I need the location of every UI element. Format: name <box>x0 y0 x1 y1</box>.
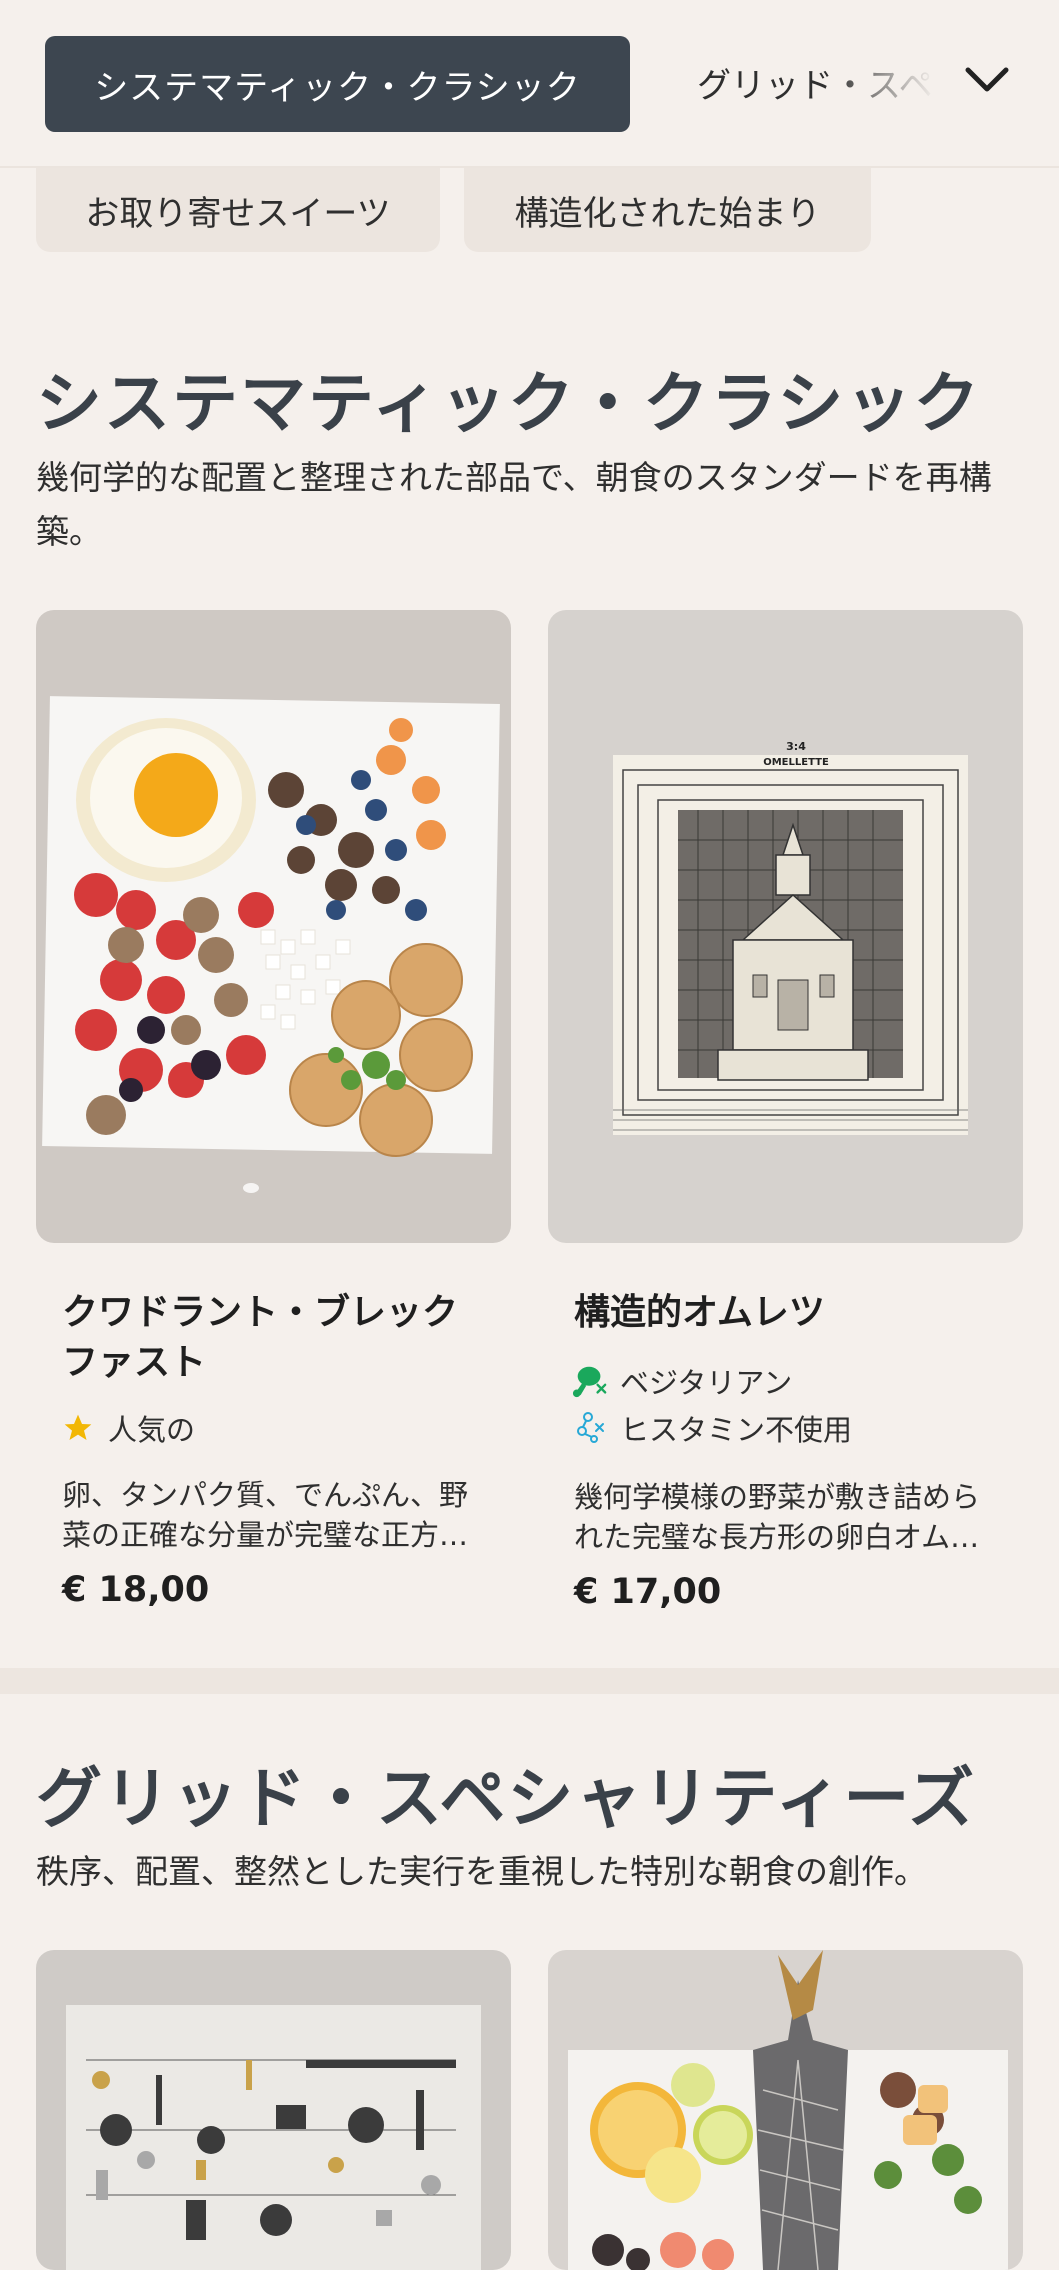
category-nav-bar: システマティック・クラシック グリッド・スペシャリティーズ <box>0 0 1059 168</box>
omelette-ratio-text: 3:4 <box>786 740 806 753</box>
menu-item-card[interactable]: クワドラント・ブレックファスト 人気の 卵、タンパク質、でんぷん、野菜の正確な分… <box>36 610 511 1630</box>
section-description: 幾何学的な配置と整理された部品で、朝食のスタンダードを再構築。 <box>36 458 992 551</box>
item-description: 卵、タンパク質、でんぷん、野菜の正確な分量が完璧な正方… <box>62 1478 469 1552</box>
histamine-molecule-icon <box>572 1410 608 1446</box>
item-description: 幾何学模様の野菜が敷き詰められた完璧な長方形の卵白オム… <box>574 1480 981 1554</box>
subcategory-chips: お取り寄せスイーツ 構造化された始まり <box>0 168 1059 252</box>
item-price: € 18,00 <box>62 1570 210 1610</box>
section-title: グリッド・スペシャリティーズ <box>36 1760 977 1837</box>
item-tag-histamine-free: ヒスタミン不使用 <box>572 1407 852 1449</box>
tag-label: 人気の <box>108 1413 196 1447</box>
item-name: クワドラント・ブレックファスト <box>62 1292 459 1383</box>
menu-item-card[interactable]: 3:4 OMELLETTE 構造的オムレツ ベジタリアン ヒスタミン不使用 幾何… <box>548 610 1023 1630</box>
dish-photo-structural-omelette: 3:4 OMELLETTE <box>548 610 1023 1243</box>
category-tab-active[interactable]: システマティック・クラシック <box>45 36 630 132</box>
vegetarian-drumstick-icon <box>572 1363 608 1399</box>
omelette-label-text: OMELLETTE <box>763 757 829 768</box>
item-tag-popular: 人気の <box>60 1407 195 1449</box>
chevron-down-icon[interactable] <box>962 60 1012 100</box>
star-icon <box>60 1410 96 1446</box>
section-divider <box>0 1668 1059 1694</box>
dish-photo-quadrant-breakfast <box>36 610 511 1243</box>
chip-structured-start[interactable]: 構造化された始まり <box>464 168 871 252</box>
section-title: システマティック・クラシック <box>36 365 982 442</box>
section-description: 秩序、配置、整然とした実行を重視した特別な朝食の創作。 <box>36 1852 927 1891</box>
menu-item-card[interactable] <box>36 1950 511 2270</box>
dish-photo-grid-specialty-2 <box>548 1950 1023 2270</box>
dish-photo-grid-specialty-1 <box>36 1950 511 2270</box>
category-tab-next[interactable]: グリッド・スペシャリティーズ <box>697 58 935 107</box>
chip-sweets[interactable]: お取り寄せスイーツ <box>36 168 440 252</box>
tag-label: ベジタリアン <box>620 1366 793 1400</box>
item-price: € 17,00 <box>574 1572 722 1612</box>
item-tag-vegetarian: ベジタリアン <box>572 1360 792 1402</box>
menu-item-card[interactable] <box>548 1950 1023 2270</box>
item-name: 構造的オムレツ <box>574 1292 825 1333</box>
tag-label: ヒスタミン不使用 <box>620 1413 853 1447</box>
